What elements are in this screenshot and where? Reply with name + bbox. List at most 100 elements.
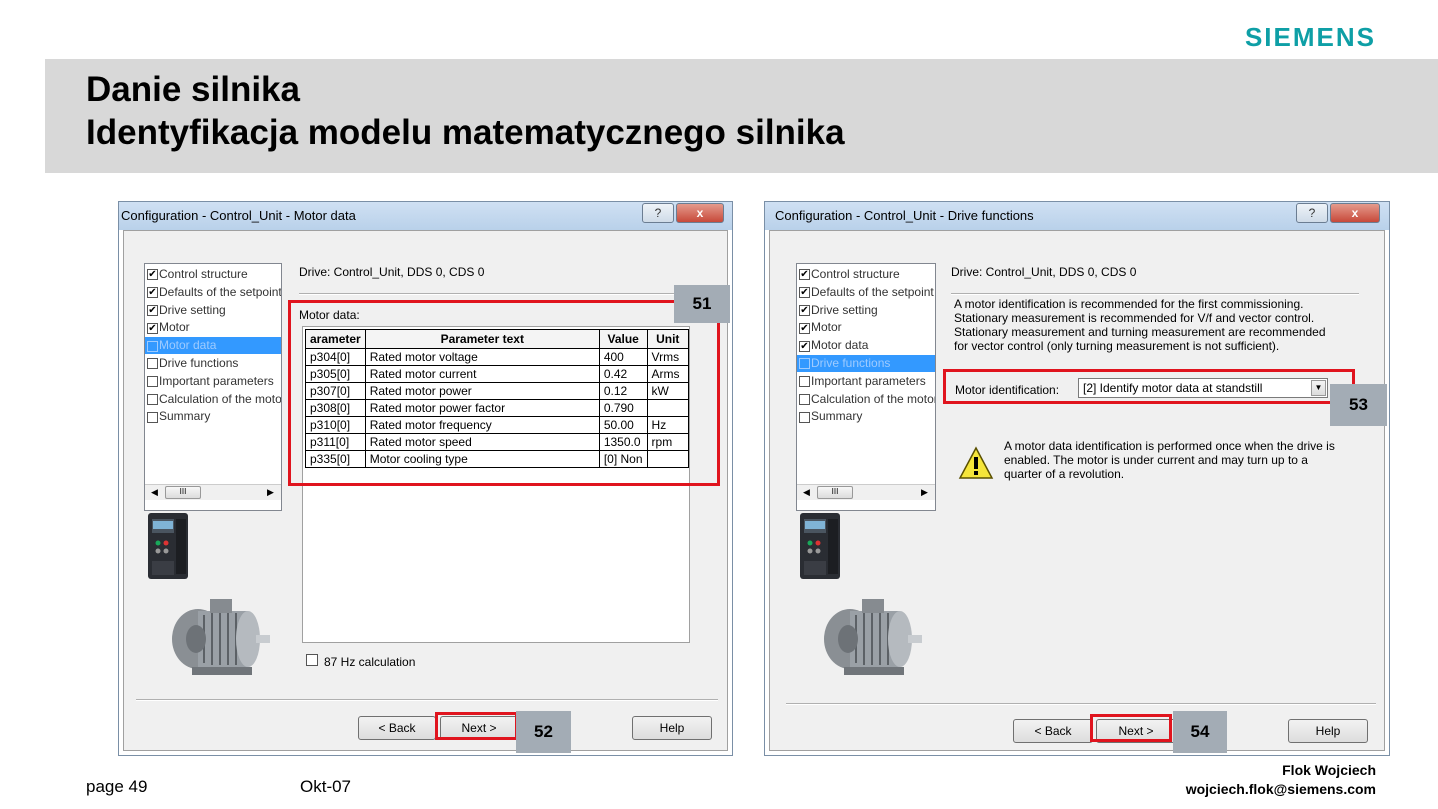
tree-checkbox[interactable]	[799, 393, 810, 405]
tree-horizontal-scrollbar[interactable]: ◀ III ▶	[145, 484, 281, 500]
tree-item-label: Summary	[159, 409, 211, 424]
scroll-thumb[interactable]: III	[165, 486, 201, 499]
tree-item-label: Defaults of the setpoint	[159, 284, 282, 299]
tree-item-label: Motor data	[811, 338, 869, 353]
tree-checkbox[interactable]: ✔	[147, 322, 158, 334]
tree-item[interactable]: Summary	[145, 408, 210, 425]
tree-item[interactable]: ✔ Defaults of the setpoint	[145, 284, 282, 301]
separator	[951, 293, 1359, 295]
tree-item-label: Important parameters	[811, 373, 926, 388]
tree-item[interactable]: Summary	[797, 408, 862, 425]
back-button[interactable]: < Back	[358, 716, 436, 740]
tree-item[interactable]: Motor data	[145, 337, 281, 355]
drive-label: Drive: Control_Unit, DDS 0, CDS 0	[299, 265, 485, 279]
tree-checkbox[interactable]: ✔	[799, 322, 810, 334]
separator	[136, 699, 718, 701]
tree-item[interactable]: Drive functions	[145, 355, 238, 372]
highlight-motor-data	[288, 300, 720, 486]
dialog-title: Configuration - Control_Unit - Drive fun…	[775, 208, 1034, 223]
tree-checkbox[interactable]	[799, 376, 810, 388]
tree-checkbox[interactable]: ✔	[147, 287, 158, 299]
tree-horizontal-scrollbar[interactable]: ◀ III ▶	[797, 484, 935, 500]
tree-item[interactable]: ✔ Defaults of the setpoint	[797, 284, 934, 301]
tree-checkbox[interactable]	[799, 411, 810, 423]
info-line: for vector control (only turning measure…	[954, 339, 1280, 353]
slide-title-line2: Identyfikacja modelu matematycznego siln…	[86, 113, 845, 152]
scroll-left-icon[interactable]: ◀	[151, 487, 158, 498]
page-number: page 49	[86, 777, 148, 796]
tree-checkbox[interactable]: ✔	[799, 287, 810, 299]
scroll-right-icon[interactable]: ▶	[267, 487, 274, 498]
warning-icon	[958, 446, 994, 479]
siemens-logo: SIEMENS	[1244, 22, 1376, 52]
tree-checkbox[interactable]: ✔	[799, 304, 810, 316]
wizard-step-tree[interactable]: ✔ Control structure ✔ Defaults of the setpo…	[796, 263, 936, 511]
tree-checkbox[interactable]	[147, 358, 158, 370]
tree-item[interactable]: Calculation of the motor	[145, 391, 282, 408]
tree-item-label: Calculation of the motor	[159, 391, 282, 406]
inverter-image	[148, 513, 188, 579]
tree-item[interactable]: Important parameters	[145, 373, 274, 390]
tree-item-label: Control structure	[811, 267, 900, 281]
tree-item[interactable]: ✔ Motor	[145, 319, 190, 336]
info-line: Stationary measurement and turning measu…	[954, 325, 1326, 339]
back-button[interactable]: < Back	[1013, 719, 1093, 743]
info-line: Stationary measurement is recommended fo…	[954, 311, 1315, 325]
tree-item-label: Drive functions	[159, 356, 239, 370]
tree-checkbox[interactable]	[147, 411, 158, 423]
tree-item-label: Control structure	[159, 267, 248, 281]
slide-title-line1: Danie silnika	[86, 70, 300, 109]
warning-line: A motor data identification is performed…	[1004, 439, 1335, 453]
inverter-image	[800, 513, 840, 579]
tree-item[interactable]: ✔ Drive setting	[145, 302, 226, 319]
87hz-label: 87 Hz calculation	[324, 655, 416, 669]
tree-item-label: Motor	[159, 320, 190, 335]
close-icon[interactable]: x	[1330, 203, 1380, 223]
tree-checkbox[interactable]	[147, 393, 158, 405]
footer-author: Flok Wojciech	[1282, 762, 1376, 778]
highlight-next-button	[435, 712, 518, 740]
tree-item[interactable]: Drive functions	[797, 355, 935, 372]
separator	[299, 293, 719, 295]
help-icon[interactable]: ?	[642, 203, 674, 223]
step-badge-51: 51	[674, 285, 730, 323]
tree-item[interactable]: ✔ Motor	[797, 319, 842, 336]
tree-checkbox[interactable]: ✔	[147, 269, 158, 281]
tree-item-label: Defaults of the setpoint	[811, 284, 934, 299]
87hz-checkbox[interactable]	[306, 654, 318, 666]
tree-checkbox[interactable]: ✔	[799, 340, 810, 352]
tree-item[interactable]: ✔ Drive setting	[797, 302, 878, 319]
tree-item-label: Summary	[811, 409, 863, 424]
tree-item[interactable]: ✔ Control structure	[145, 266, 248, 283]
tree-checkbox[interactable]: ✔	[147, 304, 158, 316]
motor-image	[172, 599, 270, 675]
scroll-right-icon[interactable]: ▶	[921, 487, 928, 498]
highlight-next-button	[1090, 714, 1172, 742]
help-icon[interactable]: ?	[1296, 203, 1328, 223]
tree-item-label: Drive setting	[811, 302, 878, 317]
scroll-left-icon[interactable]: ◀	[803, 487, 810, 498]
close-icon[interactable]: x	[676, 203, 724, 223]
footer-email: wojciech.flok@siemens.com	[1185, 781, 1376, 797]
scroll-thumb[interactable]: III	[817, 486, 853, 499]
dialog-titlebar: Configuration - Control_Unit - Motor dat…	[119, 202, 732, 230]
tree-checkbox[interactable]	[147, 340, 158, 352]
highlight-motor-identification	[943, 369, 1355, 404]
tree-checkbox[interactable]: ✔	[799, 269, 810, 281]
tree-item[interactable]: Calculation of the motor	[797, 391, 935, 408]
dialog-title: Configuration - Control_Unit - Motor dat…	[121, 208, 356, 223]
tree-item[interactable]: ✔ Motor data	[797, 337, 868, 354]
wizard-step-tree[interactable]: ✔ Control structure ✔ Defaults of the setpo…	[144, 263, 282, 511]
help-button[interactable]: Help	[632, 716, 712, 740]
help-button[interactable]: Help	[1288, 719, 1368, 743]
tree-checkbox[interactable]	[799, 358, 810, 370]
step-badge-52: 52	[516, 711, 571, 753]
step-badge-53: 53	[1330, 384, 1387, 426]
tree-item[interactable]: ✔ Control structure	[797, 266, 900, 283]
tree-checkbox[interactable]	[147, 376, 158, 388]
tree-item[interactable]: Important parameters	[797, 373, 926, 390]
warning-line: quarter of a revolution.	[1004, 467, 1125, 481]
footer-date: Okt-07	[300, 777, 352, 796]
dialog-titlebar: Configuration - Control_Unit - Drive fun…	[765, 202, 1389, 230]
tree-item-label: Important parameters	[159, 373, 274, 388]
